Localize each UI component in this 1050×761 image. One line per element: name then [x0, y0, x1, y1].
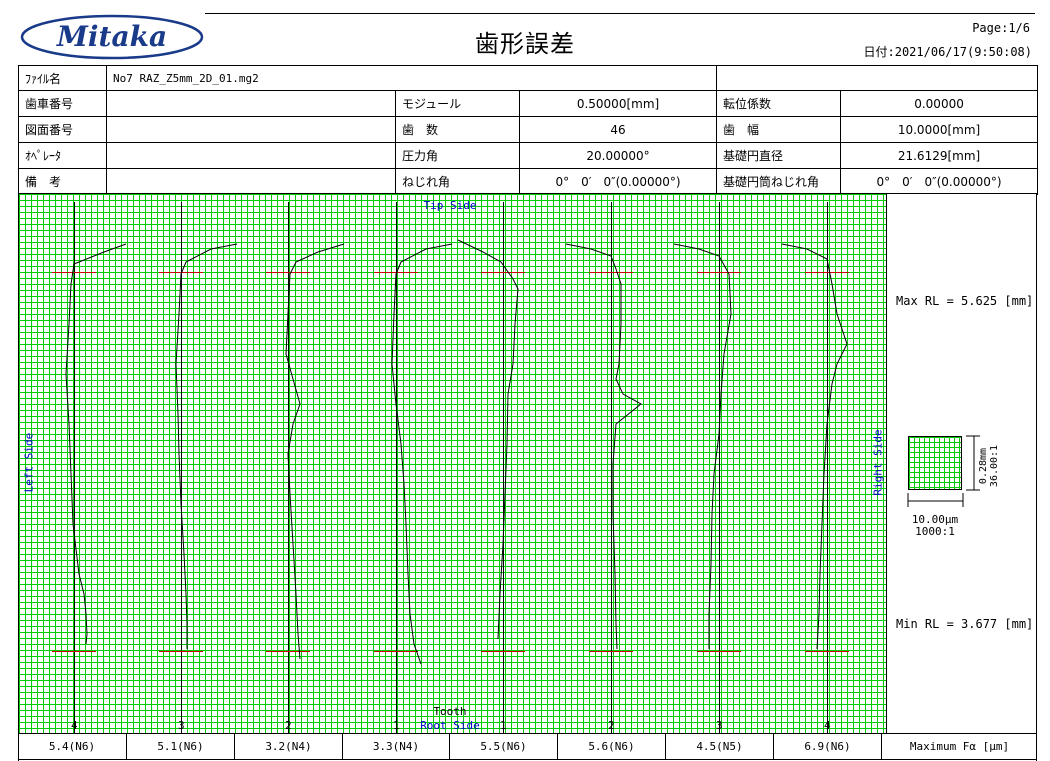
print-date: 日付:2021/06/17(9:50:08)	[863, 45, 1033, 59]
max-f-alpha-value: 5.1(N6)	[127, 734, 235, 760]
table-row: ｵﾍﾟﾚｰﾀ 圧力角 20.00000° 基礎円直径 21.6129[mm]	[18, 142, 1039, 169]
tip-side-label: Tip Side	[423, 199, 477, 212]
file-label: ﾌｧｲﾙ名	[18, 65, 107, 91]
scale-h-ratio: 1000:1	[915, 525, 955, 538]
gear-spec-table: ﾌｧｲﾙ名 No7 RAZ_Z5mm_2D_01.mg2 歯車番号 モジュール …	[18, 65, 1039, 195]
gear-no-value	[106, 90, 396, 117]
tooth-number: 2	[285, 719, 292, 732]
base-dia-label: 基礎円直径	[716, 142, 842, 169]
profile-chart	[19, 194, 886, 733]
shift-value: 0.00000	[840, 90, 1039, 117]
empty-cell	[716, 65, 1039, 91]
drawing-no-value	[106, 116, 396, 143]
file-value: No7 RAZ_Z5mm_2D_01.mg2	[105, 65, 718, 91]
min-rl: Min RL = 3.677 [mm]	[896, 617, 1034, 631]
helix-angle-value: 0° 0′ 0″(0.00000°)	[518, 168, 718, 195]
page-number: Page:1/6	[972, 21, 1030, 35]
tooth-number: 3	[716, 719, 723, 732]
tooth-label: Tooth	[433, 705, 467, 718]
max-rl: Max RL = 5.625 [mm]	[896, 294, 1034, 308]
scale-grid-lines	[909, 437, 961, 489]
base-helix-label: 基礎円筒ねじれ角	[716, 168, 842, 195]
table-row: 歯車番号 モジュール 0.50000[mm] 転位係数 0.00000	[18, 90, 1039, 117]
tooth-number: 1	[393, 719, 400, 732]
scale-h-label: 10.00μm 1000:1	[900, 514, 970, 538]
remarks-label: 備 考	[18, 168, 107, 195]
tooth-number: 2	[608, 719, 615, 732]
table-row: 図面番号 歯 数 46 歯 幅 10.0000[mm]	[18, 116, 1039, 143]
max-f-alpha-value: 3.3(N4)	[343, 734, 450, 760]
tooth-number: 1	[500, 719, 507, 732]
helix-angle-label: ねじれ角	[395, 168, 520, 195]
grid-background	[19, 194, 886, 733]
table-row: ﾌｧｲﾙ名 No7 RAZ_Z5mm_2D_01.mg2	[18, 65, 1039, 91]
base-dia-value: 21.6129[mm]	[840, 142, 1039, 169]
scale-v-value: 0.28mm	[978, 447, 989, 485]
scale-h-bracket	[907, 493, 964, 507]
header-rule	[205, 13, 1035, 14]
max-f-alpha-value: 6.9(N6)	[774, 734, 882, 760]
module-label: モジュール	[395, 90, 520, 117]
max-f-alpha-value: 3.2(N4)	[235, 734, 343, 760]
face-width-value: 10.0000[mm]	[840, 116, 1039, 143]
pressure-angle-label: 圧力角	[395, 142, 520, 169]
table-row: 備 考 ねじれ角 0° 0′ 0″(0.00000°) 基礎円筒ねじれ角 0° …	[18, 168, 1039, 195]
gear-no-label: 歯車番号	[18, 90, 107, 117]
tooth-number: 3	[178, 719, 185, 732]
teeth-value: 46	[518, 116, 718, 143]
teeth-label: 歯 数	[395, 116, 520, 143]
module-value: 0.50000[mm]	[518, 90, 718, 117]
operator-value	[106, 142, 396, 169]
base-helix-value: 0° 0′ 0″(0.00000°)	[840, 168, 1039, 195]
max-f-alpha-row: 5.4(N6) 5.1(N6) 3.2(N4) 3.3(N4) 5.5(N6) 5.6(N…	[18, 733, 1037, 760]
drawing-no-label: 図面番号	[18, 116, 107, 143]
operator-label: ｵﾍﾟﾚｰﾀ	[18, 142, 107, 169]
right-side-label: Right Side	[871, 429, 885, 496]
tooth-number: 4	[824, 719, 831, 732]
scale-grid-icon	[908, 436, 962, 490]
max-f-alpha-value: 4.5(N5)	[666, 734, 774, 760]
left-side-label: Left Side	[22, 432, 36, 493]
max-f-alpha-value: 5.4(N6)	[18, 734, 127, 760]
pressure-angle-value: 20.00000°	[518, 142, 718, 169]
scale-v-label: 0.28mm 36.00:1	[978, 436, 1000, 496]
max-f-alpha-label: Maximum Fα [μm]	[909, 740, 1010, 753]
root-side-label: Root Side	[420, 719, 480, 732]
max-f-alpha-value: 5.5(N6)	[450, 734, 558, 760]
remarks-value	[106, 168, 396, 195]
shift-label: 転位係数	[716, 90, 842, 117]
face-width-label: 歯 幅	[716, 116, 842, 143]
tooth-number: 4	[71, 719, 78, 732]
scale-v-ratio: 36.00:1	[989, 444, 1000, 488]
max-f-alpha-value: 5.6(N6)	[558, 734, 666, 760]
